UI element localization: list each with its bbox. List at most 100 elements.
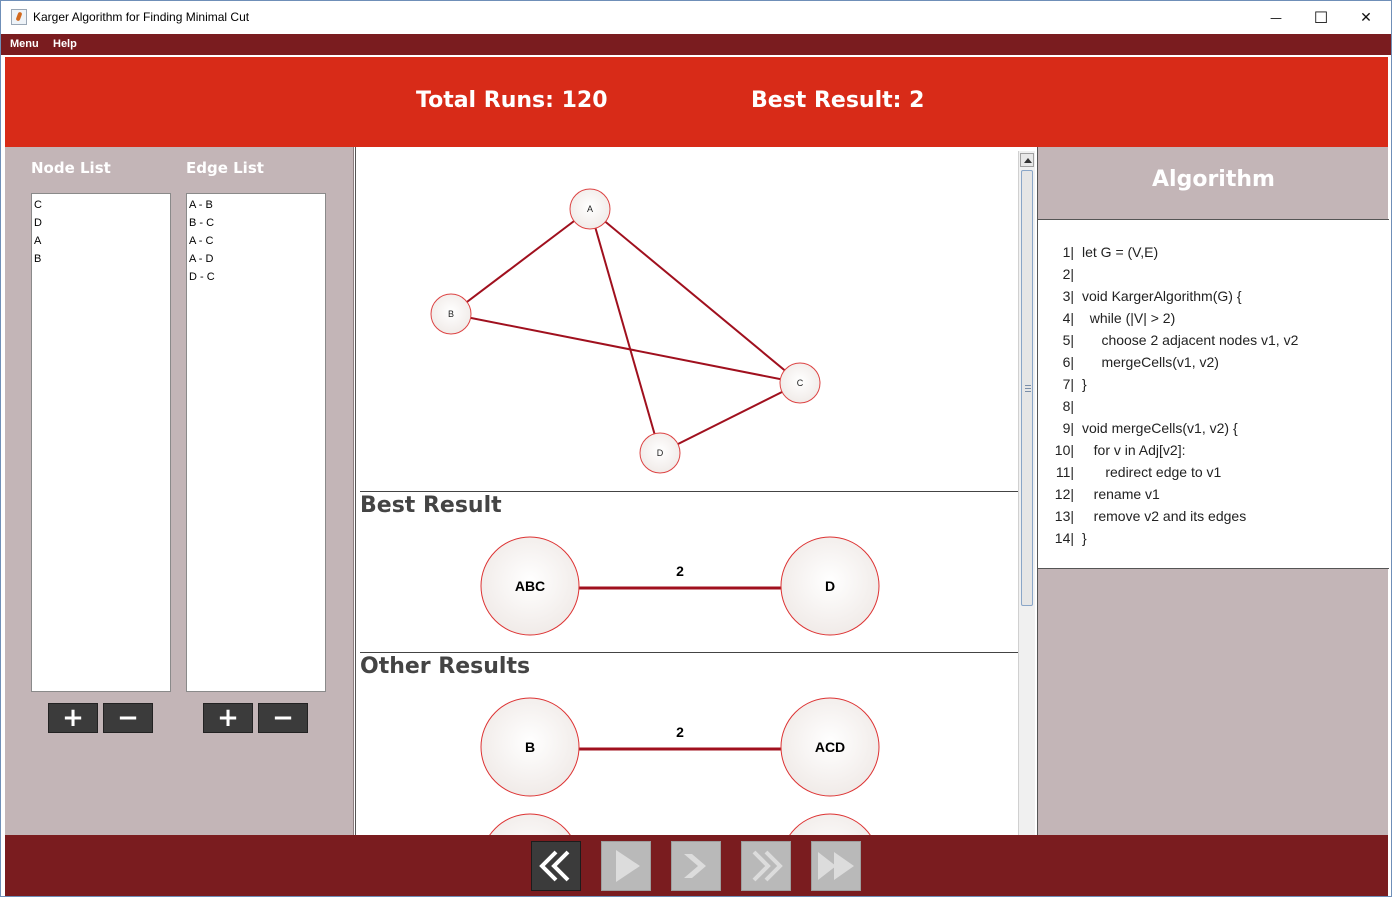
code-line-number: 1|	[1062, 244, 1074, 260]
best-result-diagram: 2 ABC D	[480, 536, 880, 636]
menu-bar: Menu Help	[1, 34, 1391, 55]
double-chevron-left-icon	[539, 850, 570, 882]
graph-node-label: C	[797, 378, 804, 388]
add-edge-button[interactable]: +	[203, 703, 253, 733]
maximize-button[interactable]: ☐	[1298, 1, 1344, 34]
list-item[interactable]: D	[34, 214, 168, 232]
edge-list-title: Edge List	[186, 159, 264, 177]
double-chevron-right-icon	[752, 850, 783, 882]
play-icon	[616, 850, 640, 882]
remove-edge-button[interactable]: −	[258, 703, 308, 733]
code-line: 4| while (|V| > 2)	[1038, 310, 1389, 332]
list-item[interactable]: A - B	[189, 196, 323, 214]
other-result-diagram: 2 B ACD	[480, 697, 880, 797]
playback-controls	[5, 835, 1388, 896]
code-line: 1| let G = (V,E)	[1038, 244, 1389, 266]
app-window: Karger Algorithm for Finding Minimal Cut…	[0, 0, 1392, 897]
vertical-scrollbar[interactable]	[1018, 151, 1035, 835]
java-app-icon	[11, 9, 27, 25]
remove-node-button[interactable]: −	[103, 703, 153, 733]
minimize-icon: —	[1270, 10, 1282, 25]
code-line: 3| void KargerAlgorithm(G) {	[1038, 288, 1389, 310]
code-line: 11| redirect edge to v1	[1038, 464, 1389, 486]
section-divider	[360, 491, 1018, 492]
minus-icon: −	[272, 703, 294, 733]
code-line: 6| mergeCells(v1, v2)	[1038, 354, 1389, 376]
step-fast-forward-button[interactable]	[741, 841, 791, 891]
code-line: 8|	[1038, 398, 1389, 420]
algorithm-panel: Algorithm 1| let G = (V,E) 2| 3| void Karger…	[1037, 147, 1389, 835]
scroll-up-arrow-icon[interactable]	[1020, 153, 1034, 167]
code-line: 14|}	[1038, 530, 1389, 552]
maximize-icon: ☐	[1313, 8, 1329, 27]
code-line: 10| for v in Adj[v2]:	[1038, 442, 1389, 464]
minus-icon: −	[117, 703, 139, 733]
chevron-right-icon	[684, 854, 706, 878]
graph-edge-A-D	[589, 208, 661, 454]
code-line-number: 11|	[1055, 464, 1074, 480]
graph-edge-B-C	[450, 313, 801, 384]
scroll-thumb[interactable]	[1021, 170, 1033, 606]
list-item[interactable]: A	[34, 232, 168, 250]
list-item[interactable]: A - D	[189, 250, 323, 268]
graph-node-label: A	[587, 204, 593, 214]
list-item[interactable]: B	[34, 250, 168, 268]
code-line-text: while (|V| > 2)	[1082, 310, 1176, 326]
graph-node-label: B	[448, 309, 454, 319]
title-bar: Karger Algorithm for Finding Minimal Cut…	[1, 1, 1391, 34]
best-result-title: Best Result	[360, 493, 502, 518]
graph-edge-A-C	[589, 208, 801, 384]
code-line-number: 10|	[1054, 442, 1074, 458]
list-item[interactable]: D - C	[189, 268, 323, 286]
code-line-text: choose 2 adjacent nodes v1, v2	[1082, 332, 1299, 348]
graph-node-C[interactable]: C	[779, 362, 821, 404]
add-node-button[interactable]: +	[48, 703, 98, 733]
code-line: 2|	[1038, 266, 1389, 288]
menu-item-help[interactable]: Help	[53, 38, 77, 50]
list-item[interactable]: A - C	[189, 232, 323, 250]
code-line-number: 13|	[1054, 508, 1074, 524]
step-forward-button[interactable]	[671, 841, 721, 891]
code-line-text: void KargerAlgorithm(G) {	[1082, 288, 1242, 304]
close-button[interactable]: ✕	[1343, 1, 1389, 34]
edge-list[interactable]: A - B B - C A - C A - D D - C	[186, 193, 326, 692]
menu-item-menu[interactable]: Menu	[10, 38, 39, 50]
play-button[interactable]	[601, 841, 651, 891]
code-line-number: 8|	[1062, 398, 1074, 414]
node-list-title: Node List	[31, 159, 111, 177]
list-item[interactable]: B - C	[189, 214, 323, 232]
graph-node-B[interactable]: B	[430, 293, 472, 335]
supernode-right	[789, 813, 871, 835]
plus-icon: +	[62, 703, 84, 733]
code-line-number: 4|	[1062, 310, 1074, 326]
code-line-text: remove v2 and its edges	[1082, 508, 1247, 524]
stats-header: Total Runs: 120 Best Result: 2	[5, 57, 1388, 147]
graph-node-D[interactable]: D	[639, 432, 681, 474]
rewind-button[interactable]	[531, 841, 581, 891]
code-line-text: }	[1082, 530, 1087, 546]
code-line-text: mergeCells(v1, v2)	[1082, 354, 1219, 370]
fast-forward-icon	[818, 852, 854, 880]
close-icon: ✕	[1360, 9, 1372, 26]
code-line-number: 2|	[1062, 266, 1074, 282]
code-line: 7|}	[1038, 376, 1389, 398]
plus-icon: +	[217, 703, 239, 733]
node-list[interactable]: C D A B	[31, 193, 171, 692]
fast-forward-button[interactable]	[811, 841, 861, 891]
graph-node-label: D	[657, 448, 664, 458]
algorithm-title: Algorithm	[1152, 167, 1275, 192]
code-line-text: }	[1082, 376, 1087, 392]
code-line-number: 9|	[1062, 420, 1074, 436]
list-item[interactable]: C	[34, 196, 168, 214]
supernode-label: ACD	[815, 739, 845, 755]
supernode-label: B	[525, 739, 535, 755]
code-line: 5| choose 2 adjacent nodes v1, v2	[1038, 332, 1389, 354]
minimize-button[interactable]: —	[1253, 1, 1299, 34]
supernode-left	[489, 813, 571, 835]
graph-edge-A-B	[450, 208, 591, 315]
total-runs-label: Total Runs: 120	[416, 88, 608, 113]
code-line-text: let G = (V,E)	[1082, 244, 1159, 260]
graph-node-A[interactable]: A	[569, 188, 611, 230]
window-title: Karger Algorithm for Finding Minimal Cut	[33, 10, 250, 24]
cut-size-label: 2	[676, 724, 684, 740]
